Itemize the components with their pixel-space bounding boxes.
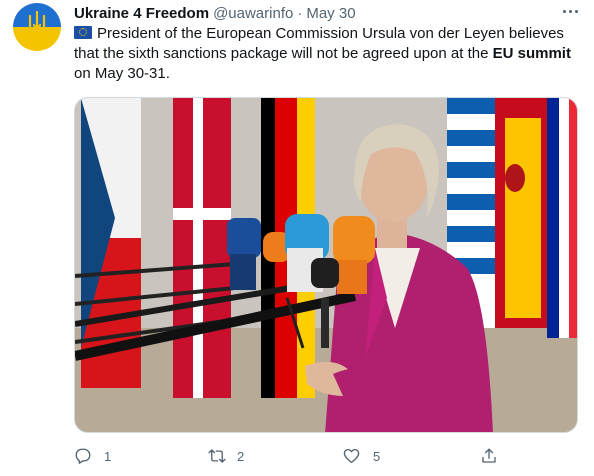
separator-dot: ·	[297, 5, 303, 22]
flag-denmark	[173, 98, 231, 398]
user-handle[interactable]: @uawarinfo	[213, 5, 293, 22]
reply-button[interactable]: 1	[74, 446, 111, 466]
share-button[interactable]	[480, 446, 498, 466]
heart-icon	[343, 448, 360, 464]
tweet-photo[interactable]	[74, 97, 578, 433]
display-name[interactable]: Ukraine 4 Freedom	[74, 5, 209, 22]
tweet-actions: 1 2 5	[74, 446, 504, 466]
photo-press-conference	[75, 98, 577, 432]
tweet-text: President of the European Commission Urs…	[74, 24, 579, 84]
flag-spain	[495, 98, 547, 328]
retweet-count: 2	[237, 448, 245, 464]
share-icon	[482, 448, 496, 463]
like-count: 5	[373, 448, 381, 464]
flag-france	[547, 98, 577, 338]
tweet-header: Ukraine 4 Freedom @uawarinfo · May 30	[74, 4, 356, 24]
trident-icon	[28, 10, 46, 42]
tweet-date[interactable]: May 30	[306, 5, 355, 22]
tweet-card[interactable]: Ukraine 4 Freedom @uawarinfo · May 30 Presi…	[0, 0, 594, 476]
retweet-icon	[208, 449, 226, 463]
tweet-text-bold: EU summit	[492, 45, 571, 62]
reply-icon	[75, 448, 91, 464]
avatar[interactable]	[13, 3, 61, 51]
retweet-button[interactable]: 2	[207, 446, 244, 466]
tweet-text-part2: on May 30-31.	[74, 65, 170, 82]
eu-flag-icon	[74, 26, 92, 39]
reply-count: 1	[104, 448, 112, 464]
tweet-text-part1: President of the European Commission Urs…	[74, 25, 564, 62]
more-options-icon[interactable]	[562, 6, 580, 18]
like-button[interactable]: 5	[342, 446, 380, 466]
